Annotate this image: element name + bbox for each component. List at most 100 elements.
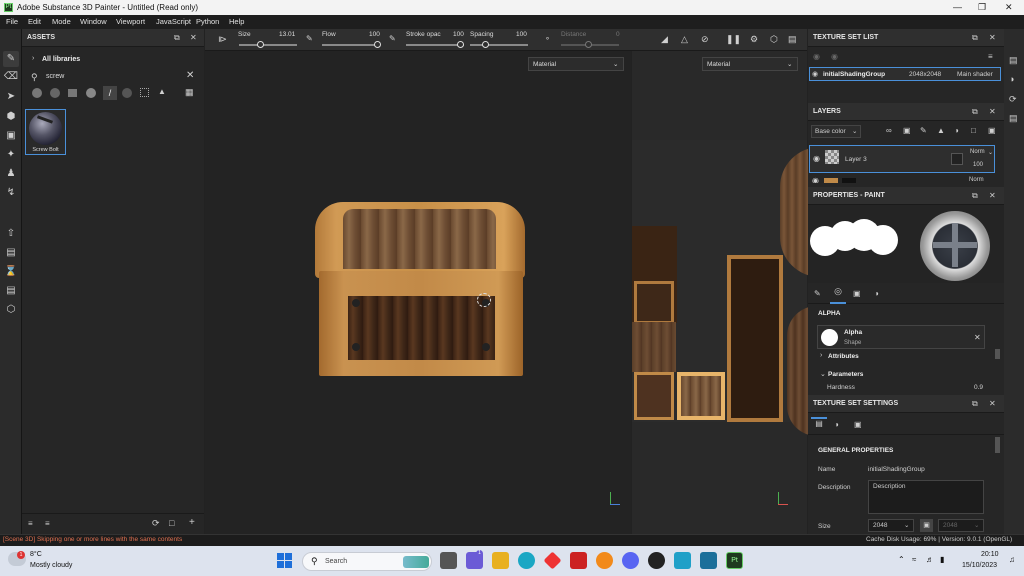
add-folder-icon[interactable]: □	[971, 126, 976, 135]
asset-thumbnail[interactable]: Screw Bolt	[25, 109, 66, 155]
battery-icon[interactable]: ▮	[940, 555, 944, 564]
menu-help[interactable]: Help	[229, 17, 244, 26]
clear-search-icon[interactable]: ✕	[186, 70, 194, 81]
layer-name[interactable]: Layer 3	[845, 156, 867, 163]
distance-slider-handle[interactable]	[585, 41, 592, 48]
stroke-opacity-slider[interactable]	[406, 44, 464, 46]
mcafee-icon[interactable]	[570, 552, 587, 569]
attributes-toggle[interactable]: Attributes	[828, 353, 859, 360]
description-field[interactable]: Description	[868, 480, 984, 514]
float-panel-icon[interactable]: ⧉	[174, 33, 180, 43]
visual-studio-code-icon[interactable]	[674, 552, 691, 569]
layer-blend-mode[interactable]: Norm	[969, 177, 984, 183]
filter-textures-icon[interactable]	[140, 88, 149, 97]
windows-start-icon[interactable]	[276, 552, 293, 569]
flow-slider-handle[interactable]	[374, 41, 381, 48]
filter-environments-icon[interactable]: ▲	[158, 87, 166, 96]
speaker-icon[interactable]: ♬	[926, 555, 934, 564]
channel-select[interactable]: Base color ⌄	[811, 125, 861, 138]
file-explorer-icon[interactable]	[492, 552, 509, 569]
taskbar-search[interactable]: ⚲ Search	[302, 552, 432, 571]
discord-icon[interactable]	[622, 552, 639, 569]
weather-temp[interactable]: 8°C	[30, 551, 42, 558]
camera-perspective-icon[interactable]: ◢	[661, 34, 668, 45]
eye-icon[interactable]: ◉	[813, 154, 820, 163]
clock-time[interactable]: 20:10	[981, 551, 999, 558]
size-slider[interactable]	[239, 44, 297, 46]
paint-brush-icon[interactable]: ✎	[3, 51, 19, 67]
menu-window[interactable]: Window	[80, 17, 107, 26]
chevron-up-icon[interactable]: ⌃	[898, 555, 905, 564]
layer-row[interactable]: ◉ Norm	[809, 174, 995, 183]
texture-set-row[interactable]: ◉ initialShadingGroup 2048x2048 Main sha…	[809, 67, 1001, 81]
size-select[interactable]: 2048 ⌄	[868, 519, 914, 532]
tab-brush-icon[interactable]: ✎	[814, 289, 821, 298]
stroke-opacity-handle[interactable]	[457, 41, 464, 48]
visibility-off-icon[interactable]: ⊘	[701, 34, 709, 45]
cube-view-icon[interactable]: ⬡	[770, 34, 778, 45]
menu-python[interactable]: Python	[196, 17, 219, 26]
filter-smart-masks-icon[interactable]	[68, 89, 77, 97]
filter-particles-icon[interactable]	[122, 88, 132, 98]
size-value[interactable]: 13.01	[279, 31, 295, 38]
close-panel-icon[interactable]: ✕	[989, 399, 996, 408]
task-view-icon[interactable]	[440, 552, 457, 569]
filter-filters-icon[interactable]	[86, 88, 96, 98]
maximize-icon[interactable]: ❐	[978, 2, 986, 13]
menu-icon[interactable]: ≡	[988, 52, 993, 61]
display-settings-icon[interactable]: ◑	[1009, 74, 1014, 84]
tab-stencil-icon[interactable]: ▣	[853, 289, 861, 298]
edge-icon[interactable]	[518, 552, 535, 569]
menu-viewport[interactable]: Viewport	[116, 17, 145, 26]
history-icon[interactable]: ⟳	[1009, 94, 1017, 105]
stroke-opacity-value[interactable]: 100	[453, 31, 464, 38]
eye-icon[interactable]: ◉	[812, 176, 819, 183]
clock-date[interactable]: 15/10/2023	[962, 562, 997, 569]
properties-scrollbar[interactable]	[995, 349, 1000, 359]
import-icon[interactable]: ≡	[28, 519, 33, 528]
close-panel-icon[interactable]: ✕	[989, 107, 996, 116]
spacing-slider[interactable]	[470, 44, 528, 46]
blender-icon[interactable]	[648, 552, 665, 569]
float-panel-icon[interactable]: ⧉	[972, 191, 978, 201]
grid-view-icon[interactable]: ▦	[185, 87, 194, 98]
menu-edit[interactable]: Edit	[28, 17, 41, 26]
filter-materials-icon[interactable]	[32, 88, 42, 98]
list-icon[interactable]: ≡	[45, 519, 50, 528]
smudge-icon[interactable]: ▣	[3, 128, 19, 144]
symmetry-icon[interactable]: ⧐	[218, 34, 227, 45]
tab-alpha-icon[interactable]: ◎	[830, 286, 846, 304]
pen-pressure-icon[interactable]: ✎	[306, 34, 313, 43]
document-icon[interactable]: ▤	[3, 283, 19, 299]
flow-slider[interactable]	[322, 44, 380, 46]
texture-set-strip-icon[interactable]: ▤	[1009, 55, 1018, 66]
search-input[interactable]: screw	[46, 73, 64, 80]
viewport-3d[interactable]: Material ⌄	[205, 51, 631, 534]
notification-bell-icon[interactable]: ♫	[1009, 555, 1015, 564]
float-panel-icon[interactable]: ⧉	[972, 399, 978, 409]
float-panel-icon[interactable]: ⧉	[972, 107, 978, 117]
projection-icon[interactable]: ➤	[3, 89, 19, 105]
texture-set-shader[interactable]: Main shader	[957, 71, 993, 78]
material-picker-icon[interactable]: ♟	[3, 166, 19, 182]
filter-brushes-icon[interactable]: /	[103, 86, 117, 100]
hardness-value[interactable]: 0.9	[974, 384, 983, 391]
eye-icon[interactable]: ◉	[812, 70, 818, 78]
layer-row[interactable]: ◉ Layer 3 Norm ⌄ 100	[809, 145, 995, 173]
add-icon[interactable]: +	[189, 517, 195, 528]
eraser-icon[interactable]: ⌫	[3, 69, 19, 85]
add-paint-layer-icon[interactable]: ✎	[920, 126, 927, 135]
tab-material-icon[interactable]: ◑	[874, 289, 879, 298]
flow-value[interactable]: 100	[369, 31, 380, 38]
close-panel-icon[interactable]: ✕	[989, 33, 996, 42]
tab-uv-icon[interactable]: ▣	[854, 420, 862, 429]
render-icon[interactable]: ⚙	[750, 34, 758, 45]
filter-smart-materials-icon[interactable]	[50, 88, 60, 98]
menu-file[interactable]: File	[6, 17, 18, 26]
alpha-slot[interactable]: Alpha Shape ✕	[817, 325, 985, 349]
add-smart-material-icon[interactable]: ◑	[954, 126, 959, 135]
parameters-toggle[interactable]: Parameters	[828, 371, 863, 378]
folder-icon[interactable]: □	[169, 518, 174, 528]
lazy-mouse-icon[interactable]: ∘	[545, 34, 550, 43]
layer-mask-slot[interactable]	[951, 153, 963, 165]
